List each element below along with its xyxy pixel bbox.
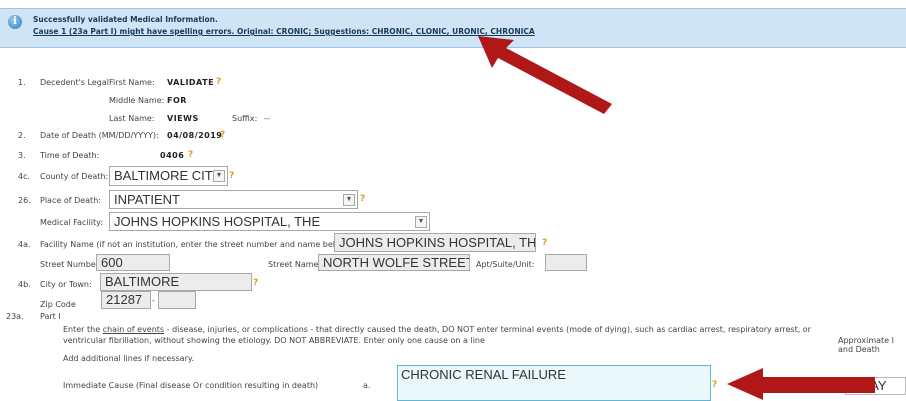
- validation-success-text: Successfully validated Medical Informati…: [33, 15, 218, 24]
- arrow-shape: [478, 36, 612, 114]
- zip-extension-input[interactable]: [158, 291, 196, 309]
- chevron-down-icon: ▼: [343, 194, 355, 206]
- facility-name-input[interactable]: JOHNS HOPKINS HOSPITAL, THE: [334, 233, 536, 252]
- row-number-2: 2.: [18, 131, 26, 140]
- part-i-label: Part I: [40, 312, 61, 321]
- date-of-death-label: Date of Death (MM/DD/YYYY):: [40, 131, 159, 140]
- suffix-label: Suffix:: [232, 114, 258, 123]
- row-number-1: 1.: [18, 78, 26, 87]
- middle-name-value: FOR: [167, 96, 187, 105]
- date-of-death-value: 04/08/2019: [167, 131, 223, 140]
- first-name-label: First Name:: [109, 78, 155, 87]
- decedent-legal-label: Decedent's Legal: [40, 78, 109, 87]
- help-icon[interactable]: ?: [712, 380, 717, 390]
- last-name-value: VIEWS: [167, 114, 199, 123]
- apt-suite-unit-input[interactable]: [545, 254, 587, 271]
- row-number-4a: 4a.: [18, 240, 31, 249]
- zip-separator: -: [152, 296, 155, 305]
- street-name-input[interactable]: NORTH WOLFE STREET: [318, 254, 470, 271]
- help-icon[interactable]: ?: [229, 171, 234, 181]
- row-number-3: 3.: [18, 151, 26, 160]
- street-number-label: Street Number:: [40, 260, 102, 269]
- immediate-cause-label: Immediate Cause (Final disease Or condit…: [63, 381, 319, 390]
- city-or-town-input[interactable]: BALTIMORE: [100, 273, 252, 291]
- medical-facility-label: Medical Facility:: [40, 218, 104, 227]
- time-of-death-label: Time of Death:: [40, 151, 100, 160]
- last-name-label: Last Name:: [109, 114, 155, 123]
- middle-name-label: Middle Name:: [109, 96, 165, 105]
- medical-facility-value: JOHNS HOPKINS HOSPITAL, THE: [114, 214, 321, 229]
- annotation-arrow-bottom: [727, 368, 875, 400]
- help-icon[interactable]: ?: [220, 130, 225, 140]
- help-icon[interactable]: ?: [360, 194, 365, 204]
- help-icon[interactable]: ?: [188, 150, 193, 160]
- info-icon: i: [8, 15, 22, 29]
- help-icon[interactable]: ?: [253, 278, 258, 288]
- apt-suite-unit-label: Apt/Suite/Unit:: [476, 260, 535, 269]
- row-number-26: 26.: [18, 196, 31, 205]
- street-number-input[interactable]: 600: [96, 254, 170, 271]
- help-icon[interactable]: ?: [216, 77, 221, 87]
- zip-code-input[interactable]: 21287: [101, 291, 151, 309]
- first-name-value: VALIDATE: [167, 78, 215, 87]
- help-icon[interactable]: ?: [542, 238, 547, 248]
- chevron-down-icon: ▼: [213, 170, 225, 182]
- zip-code-label: Zip Code: [40, 300, 76, 309]
- row-number-23a: 23a.: [6, 312, 24, 321]
- validation-message-banner: i Successfully validated Medical Informa…: [0, 8, 906, 48]
- spelling-suggestion-link[interactable]: Cause 1 (23a Part I) might have spelling…: [33, 27, 535, 36]
- annotation-arrow-top: [478, 36, 612, 114]
- chevron-down-icon: ▼: [415, 216, 427, 228]
- add-lines-note: Add additional lines if necessary.: [63, 354, 195, 363]
- medical-facility-select[interactable]: JOHNS HOPKINS HOSPITAL, THE ▼: [109, 212, 430, 231]
- row-number-4b: 4b.: [18, 280, 31, 289]
- approximate-interval-header: Approximate I: [838, 336, 895, 345]
- time-of-death-value: 0406: [160, 151, 185, 160]
- place-of-death-select[interactable]: INPATIENT ▼: [109, 190, 358, 209]
- row-number-4c: 4c.: [18, 172, 31, 181]
- place-of-death-label: Place of Death:: [40, 196, 101, 205]
- county-of-death-select[interactable]: BALTIMORE CITY ▼: [109, 166, 228, 186]
- county-of-death-value: BALTIMORE CITY: [114, 168, 222, 183]
- city-or-town-label: City or Town:: [40, 280, 92, 289]
- approximate-interval-header-2: and Death: [838, 345, 880, 354]
- chain-of-events-link[interactable]: chain of events: [103, 325, 164, 334]
- line-a-label: a.: [363, 381, 371, 390]
- immediate-cause-textarea[interactable]: CHRONIC RENAL FAILURE: [397, 365, 711, 401]
- suffix-value: --: [264, 114, 270, 123]
- county-of-death-label: County of Death:: [40, 172, 109, 181]
- street-name-label: Street Name:: [268, 260, 322, 269]
- chain-of-events-instructions: Enter the chain of events - disease, inj…: [63, 325, 811, 345]
- place-of-death-value: INPATIENT: [114, 192, 180, 207]
- arrow-shape: [727, 368, 875, 400]
- facility-name-label: Facility Name (if not an institution, en…: [40, 240, 353, 249]
